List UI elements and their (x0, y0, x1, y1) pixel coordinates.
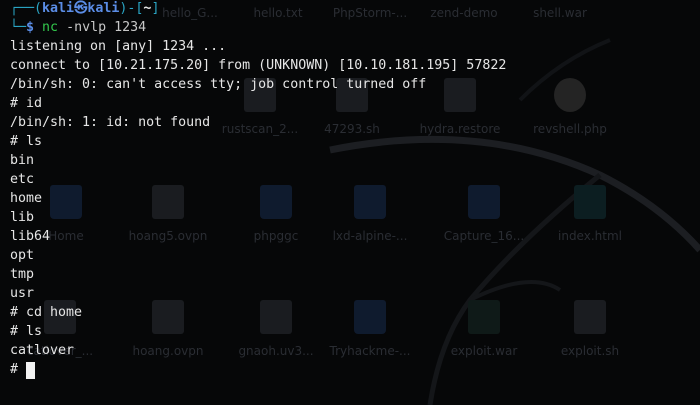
screen: hello_G... hello.txt PhpStorm-... zend-d… (0, 0, 700, 405)
prompt-box-bottom: └─ (10, 20, 27, 35)
output-line: bin (10, 153, 35, 168)
output-line: etc (10, 172, 35, 187)
output-line: # cd home (10, 305, 83, 320)
output-line: catlover (10, 343, 75, 358)
output-line: # ls (10, 324, 43, 339)
prompt-user: kali (42, 1, 75, 16)
prompt-dollar: $ (26, 20, 35, 35)
output-line: # ls (10, 134, 43, 149)
output-line: opt (10, 248, 35, 263)
prompt-box-top: ┌──( (10, 1, 43, 16)
prompt-dir-open: )-[ (119, 1, 144, 16)
output-line: tmp (10, 267, 35, 282)
output-line: /bin/sh: 0: can't access tty; job contro… (10, 77, 427, 92)
command-args: -nvlp 1234 (66, 20, 147, 35)
output-line: lib64 (10, 229, 51, 244)
prompt-command-line: └─$ nc -nvlp 1234 (10, 19, 146, 38)
output-line: home (10, 191, 43, 206)
output-line: # id (10, 96, 43, 111)
output-line: /bin/sh: 1: id: not found (10, 115, 211, 130)
command-name: nc (42, 20, 59, 35)
output-line: lib (10, 210, 35, 225)
kali-at-icon: ㉿ (74, 1, 88, 16)
output-line: listening on [any] 1234 ... (10, 39, 227, 54)
output-line: connect to [10.21.175.20] from (UNKNOWN)… (10, 58, 507, 73)
current-prompt-line[interactable]: # (10, 361, 36, 380)
prompt-host: kali (87, 1, 120, 16)
prompt-dir-close: ] (151, 1, 160, 16)
output-line: usr (10, 286, 35, 301)
current-prompt: # (10, 362, 27, 377)
terminal-window[interactable]: ┌──(kali㉿kali)-[~] └─$ nc -nvlp 1234 lis… (0, 0, 700, 405)
prompt-header: ┌──(kali㉿kali)-[~] (10, 0, 159, 19)
text-cursor (26, 362, 36, 379)
